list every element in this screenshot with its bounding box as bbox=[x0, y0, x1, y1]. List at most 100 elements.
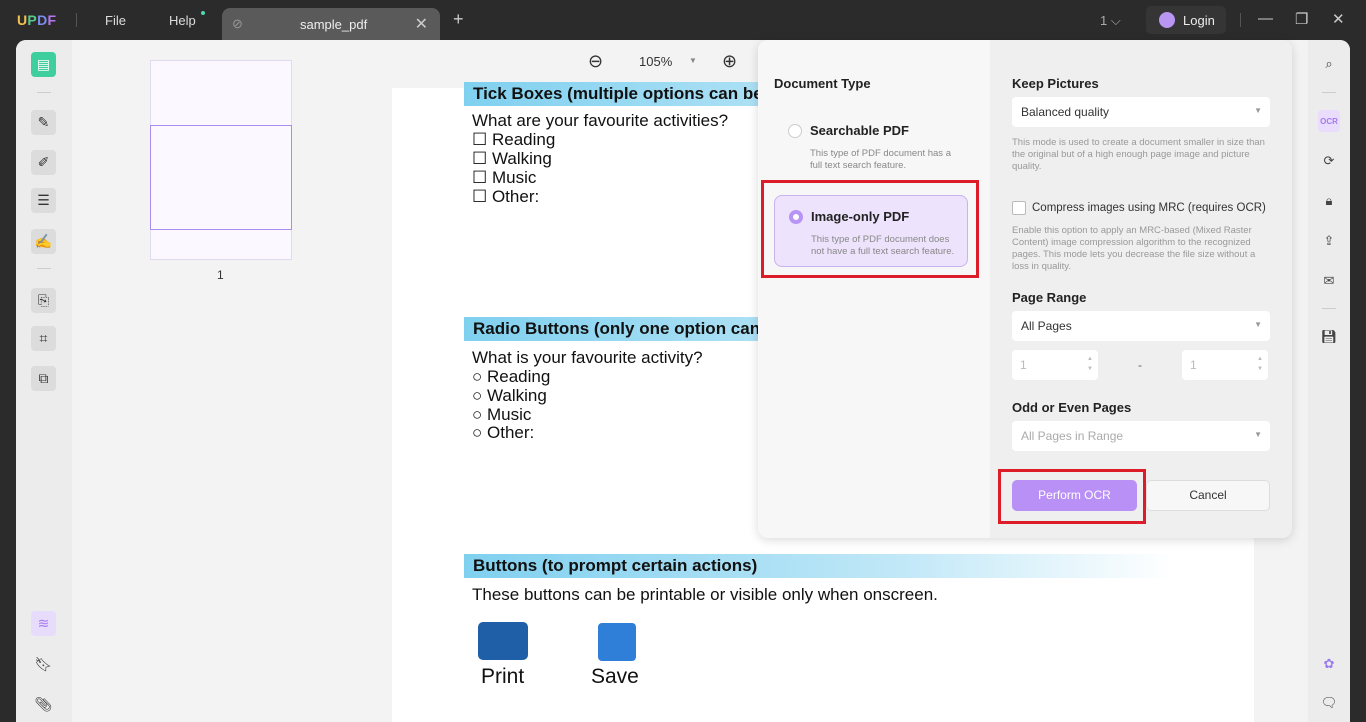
radio-option[interactable]: ○ Other: bbox=[472, 423, 534, 442]
protect-icon[interactable]: 🔒︎ bbox=[1318, 190, 1340, 212]
bookmark-icon[interactable]: 🔖︎ bbox=[31, 652, 56, 677]
search-icon[interactable]: ⌕ bbox=[1318, 53, 1340, 75]
organize-icon[interactable]: ☰ bbox=[31, 188, 56, 213]
window-page-selector[interactable]: 1 ⌵ bbox=[1100, 13, 1121, 29]
visible-region-indicator[interactable] bbox=[150, 125, 292, 230]
zoom-dropdown-icon[interactable]: ▼ bbox=[689, 56, 697, 65]
tick-option[interactable]: ☐ Walking bbox=[472, 149, 552, 168]
divider bbox=[37, 92, 51, 93]
comment-icon[interactable]: 🗨︎ bbox=[1318, 692, 1340, 714]
menu-help[interactable]: Help bbox=[169, 13, 196, 28]
highlight-box bbox=[761, 180, 979, 278]
ai-assistant-icon[interactable]: ✿ bbox=[1318, 653, 1340, 675]
new-tab-button[interactable]: + bbox=[453, 9, 464, 30]
keep-pictures-description: This mode is used to create a document s… bbox=[1012, 137, 1265, 172]
restore-button[interactable]: ❐ bbox=[1295, 10, 1308, 28]
ocr-icon[interactable]: OCR bbox=[1318, 110, 1340, 132]
cancel-button[interactable]: Cancel bbox=[1146, 480, 1270, 511]
compress-mrc-checkbox[interactable] bbox=[1012, 201, 1026, 215]
divider bbox=[1322, 308, 1336, 309]
radio-searchable[interactable] bbox=[788, 124, 802, 138]
title-bar: UPDF File Help ⊘ sample_pdf ✕ + 1 ⌵ Logi… bbox=[0, 0, 1366, 40]
convert-pages-icon[interactable]: ⧉ bbox=[31, 366, 56, 391]
menu-file[interactable]: File bbox=[105, 13, 126, 28]
radio-option[interactable]: ○ Reading bbox=[472, 367, 550, 386]
highlight-tool-icon[interactable]: ✎ bbox=[31, 110, 56, 135]
compress-mrc-label[interactable]: Compress images using MRC (requires OCR) bbox=[1032, 202, 1266, 214]
zoom-in-icon[interactable]: ⊕ bbox=[722, 51, 737, 72]
ocr-dialog: Document Type Searchable PDF This type o… bbox=[758, 40, 1292, 538]
buttons-heading: Buttons (to prompt certain actions) bbox=[464, 554, 1174, 578]
thumbnail-panel: 1 bbox=[72, 40, 372, 722]
avatar-icon bbox=[1159, 12, 1175, 28]
option-searchable-pdf[interactable]: Searchable PDF This type of PDF document… bbox=[774, 110, 968, 174]
app-logo: UPDF bbox=[17, 12, 57, 28]
zoom-level[interactable]: 105% bbox=[639, 54, 672, 69]
crop-icon[interactable]: ⌗ bbox=[31, 326, 56, 351]
minimize-button[interactable]: — bbox=[1258, 10, 1273, 27]
input-value: 1 bbox=[1190, 358, 1197, 372]
login-button[interactable]: Login bbox=[1146, 6, 1226, 34]
reader-mode-icon[interactable]: ▤ bbox=[31, 52, 56, 77]
tick-option[interactable]: ☐ Other: bbox=[472, 187, 539, 206]
left-toolbar: ▤ ✎ ✐ ☰ ✍ ⎘ ⌗ ⧉ ≋ 🔖︎ 📎︎ bbox=[16, 40, 72, 722]
divider bbox=[37, 268, 51, 269]
email-icon[interactable]: ✉ bbox=[1318, 270, 1340, 292]
select-value: Balanced quality bbox=[1021, 105, 1110, 119]
attachment-icon[interactable]: 📎︎ bbox=[31, 692, 56, 717]
right-toolbar: ⌕ OCR ⟳ 🔒︎ ⇪ ✉ 💾︎ ✿ 🗨︎ bbox=[1308, 40, 1350, 722]
keep-pictures-title: Keep Pictures bbox=[1012, 76, 1099, 91]
radio-option[interactable]: ○ Walking bbox=[472, 386, 547, 405]
select-value: All Pages bbox=[1021, 319, 1072, 333]
print-button-label[interactable]: Print bbox=[481, 665, 524, 689]
perform-ocr-button[interactable]: Perform OCR bbox=[1012, 480, 1137, 511]
option-title: Searchable PDF bbox=[810, 123, 909, 138]
fill-sign-icon[interactable]: ✍ bbox=[31, 229, 56, 254]
compress-mrc-description: Enable this option to apply an MRC-based… bbox=[1012, 225, 1256, 272]
document-type-title: Document Type bbox=[774, 76, 871, 91]
odd-even-select[interactable]: All Pages in Range ▼ bbox=[1012, 421, 1270, 451]
tab-title: sample_pdf bbox=[300, 17, 368, 32]
page-tools-icon[interactable]: ⎘ bbox=[31, 288, 56, 313]
dropdown-arrow-icon: ▼ bbox=[1254, 320, 1262, 329]
odd-even-title: Odd or Even Pages bbox=[1012, 400, 1132, 415]
option-description: This type of PDF document has a full tex… bbox=[810, 148, 951, 171]
range-separator: - bbox=[1138, 358, 1142, 372]
share-icon[interactable]: ⇪ bbox=[1318, 230, 1340, 252]
tab-close-icon[interactable]: ✕ bbox=[415, 14, 428, 34]
tab-sample-pdf[interactable]: ⊘ sample_pdf ✕ bbox=[222, 8, 440, 40]
close-window-button[interactable]: ✕ bbox=[1332, 10, 1345, 28]
print-icon[interactable] bbox=[478, 622, 528, 660]
tick-option[interactable]: ☐ Music bbox=[472, 168, 536, 187]
dropdown-arrow-icon: ▼ bbox=[1254, 106, 1262, 115]
input-value: 1 bbox=[1020, 358, 1027, 372]
unsaved-cloud-icon: ⊘ bbox=[232, 16, 243, 31]
save-as-icon[interactable]: 💾︎ bbox=[1318, 326, 1340, 348]
select-value: All Pages in Range bbox=[1021, 429, 1124, 443]
divider bbox=[76, 13, 77, 27]
edit-pdf-icon[interactable]: ✐ bbox=[31, 150, 56, 175]
tick-question: What are your favourite activities? bbox=[472, 111, 729, 130]
save-button-label[interactable]: Save bbox=[591, 665, 639, 689]
spinner-arrows-icon[interactable]: ▲ ▼ bbox=[1087, 354, 1093, 374]
buttons-description: These buttons can be printable or visibl… bbox=[472, 585, 938, 604]
radio-question: What is your favourite activity? bbox=[472, 348, 703, 367]
document-type-panel: Document Type Searchable PDF This type o… bbox=[758, 40, 990, 538]
save-disk-icon[interactable] bbox=[598, 623, 636, 661]
notification-dot bbox=[201, 11, 205, 15]
login-label: Login bbox=[1183, 13, 1215, 28]
spinner-arrows-icon[interactable]: ▲ ▼ bbox=[1257, 354, 1263, 374]
dropdown-arrow-icon: ▼ bbox=[1254, 430, 1262, 439]
layers-icon[interactable]: ≋ bbox=[31, 611, 56, 636]
tick-option[interactable]: ☐ Reading bbox=[472, 130, 555, 149]
zoom-out-icon[interactable]: ⊖ bbox=[588, 51, 603, 72]
ocr-settings-panel: Keep Pictures Balanced quality ▼ This mod… bbox=[990, 40, 1292, 538]
range-to-input[interactable]: 1 ▲ ▼ bbox=[1182, 350, 1268, 380]
convert-pdf-icon[interactable]: ⟳ bbox=[1318, 150, 1340, 172]
divider bbox=[1240, 13, 1241, 27]
radio-option[interactable]: ○ Music bbox=[472, 405, 531, 424]
range-from-input[interactable]: 1 ▲ ▼ bbox=[1012, 350, 1098, 380]
keep-pictures-select[interactable]: Balanced quality ▼ bbox=[1012, 97, 1270, 127]
thumbnail-page-number: 1 bbox=[217, 268, 224, 282]
page-range-select[interactable]: All Pages ▼ bbox=[1012, 311, 1270, 341]
